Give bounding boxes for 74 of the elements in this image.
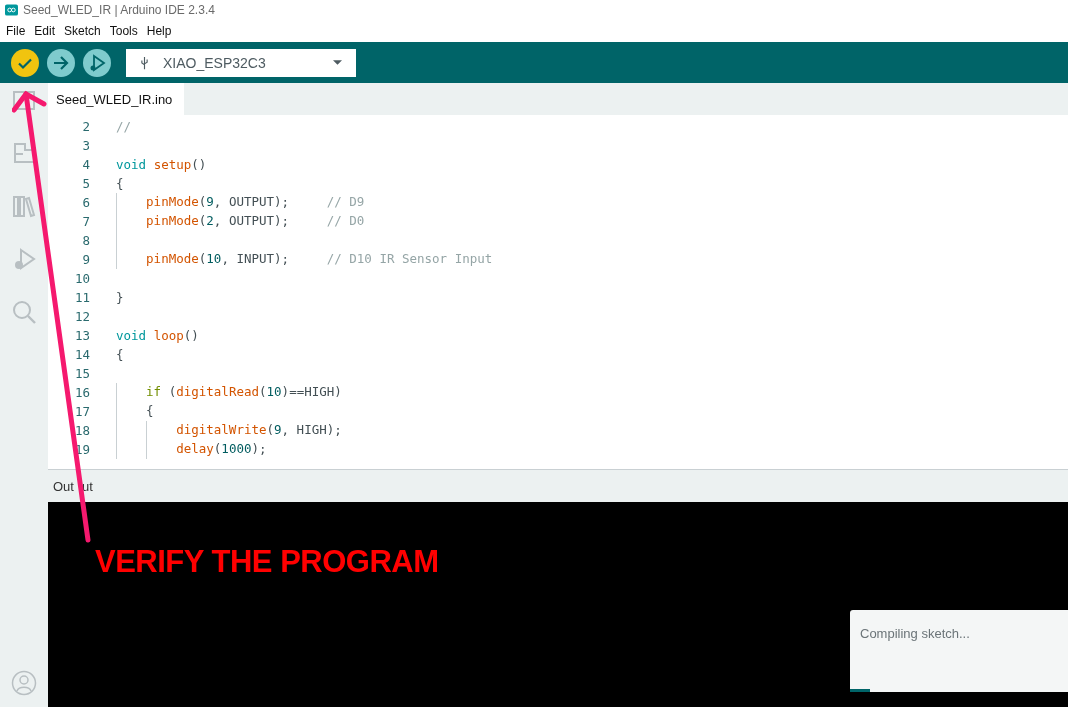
- code-token: }: [116, 290, 124, 305]
- line-number: 3: [81, 138, 90, 153]
- menu-item[interactable]: Edit: [34, 24, 56, 38]
- line-number: 18: [73, 423, 90, 438]
- line-number: 17: [73, 404, 90, 419]
- code-token: {: [116, 176, 124, 191]
- code-token: //: [116, 119, 132, 134]
- line-number: 8: [81, 233, 90, 248]
- output-title: Out: [53, 478, 74, 494]
- code-token: digitalWrite: [176, 422, 267, 437]
- line-number: 12: [73, 309, 90, 324]
- code-token: setup: [152, 157, 192, 172]
- menu-item[interactable]: Help: [146, 24, 172, 38]
- line-number: 5: [81, 176, 90, 191]
- code-token: pinMode: [146, 213, 199, 228]
- code-token: // D0: [326, 213, 365, 228]
- code-token: (: [198, 194, 207, 209]
- code-token: void: [116, 328, 147, 343]
- code-token: , OUTPUT);: [213, 194, 291, 209]
- code-token: {: [146, 403, 154, 418]
- menu-item[interactable]: Sketch: [64, 24, 101, 38]
- usb-icon: [140, 55, 149, 70]
- line-number: 7: [81, 214, 90, 229]
- annotation-text: VERIFY THE PROGRAM: [95, 544, 439, 580]
- code-token: 1000: [221, 441, 252, 456]
- menu-item[interactable]: Tools: [109, 24, 138, 38]
- code-token: pinMode: [146, 194, 199, 209]
- file-tab[interactable]: Seed_WLED_IR.ino: [48, 83, 185, 115]
- code-token: (: [266, 422, 275, 437]
- caret-icon: [333, 60, 342, 65]
- menu-item[interactable]: File: [6, 24, 26, 38]
- code-token: 9: [206, 194, 214, 209]
- code-token: (): [191, 157, 207, 172]
- line-number: 10: [73, 271, 90, 286]
- code-token: );: [251, 441, 267, 456]
- code-token: , HIGH);: [281, 422, 342, 437]
- code-token: 10: [266, 384, 282, 399]
- verify-button[interactable]: [11, 48, 39, 77]
- line-number: 9: [81, 252, 90, 267]
- line-number: 14: [73, 347, 90, 362]
- code-token: digitalRead: [176, 384, 259, 399]
- code-token: (: [213, 441, 222, 456]
- line-number: 16: [73, 385, 90, 400]
- code-token: (: [259, 384, 267, 399]
- code-token: pinMode: [146, 251, 199, 266]
- line-number: 6: [81, 195, 90, 210]
- code-token: )==HIGH): [281, 384, 342, 399]
- line-number: 15: [73, 366, 90, 381]
- line-number: 11: [73, 290, 90, 305]
- window-title: Seed_WLED_IR | Arduino IDE 2.3.4: [23, 3, 215, 17]
- code-token: // D10 IR Sensor Input: [326, 251, 493, 266]
- code-token: {: [116, 347, 124, 362]
- code-token: (: [198, 251, 207, 266]
- upload-button[interactable]: [47, 48, 75, 77]
- line-number: 2: [81, 119, 90, 134]
- line-number: 13: [73, 328, 90, 343]
- code-token: (: [198, 213, 207, 228]
- code-token: void: [116, 157, 147, 172]
- debug-button[interactable]: [83, 48, 111, 77]
- code-token: loop: [152, 328, 184, 343]
- code-token: , OUTPUT);: [213, 213, 291, 228]
- board-selector[interactable]: XIAO_ESP32C3: [126, 48, 356, 77]
- code-token: 10: [206, 251, 222, 266]
- code-token: 2: [206, 213, 214, 228]
- code-token: (): [183, 328, 199, 343]
- code-token: // D9: [326, 194, 365, 209]
- line-number: 4: [81, 157, 90, 172]
- code-token: 9: [274, 422, 282, 437]
- app-logo-icon: [5, 4, 18, 16]
- code-token: delay: [176, 441, 214, 456]
- code-token: (: [167, 384, 177, 399]
- code-token: if: [146, 384, 162, 399]
- code-token: , INPUT);: [221, 251, 291, 266]
- notification-message: Compiling sketch...: [860, 626, 970, 641]
